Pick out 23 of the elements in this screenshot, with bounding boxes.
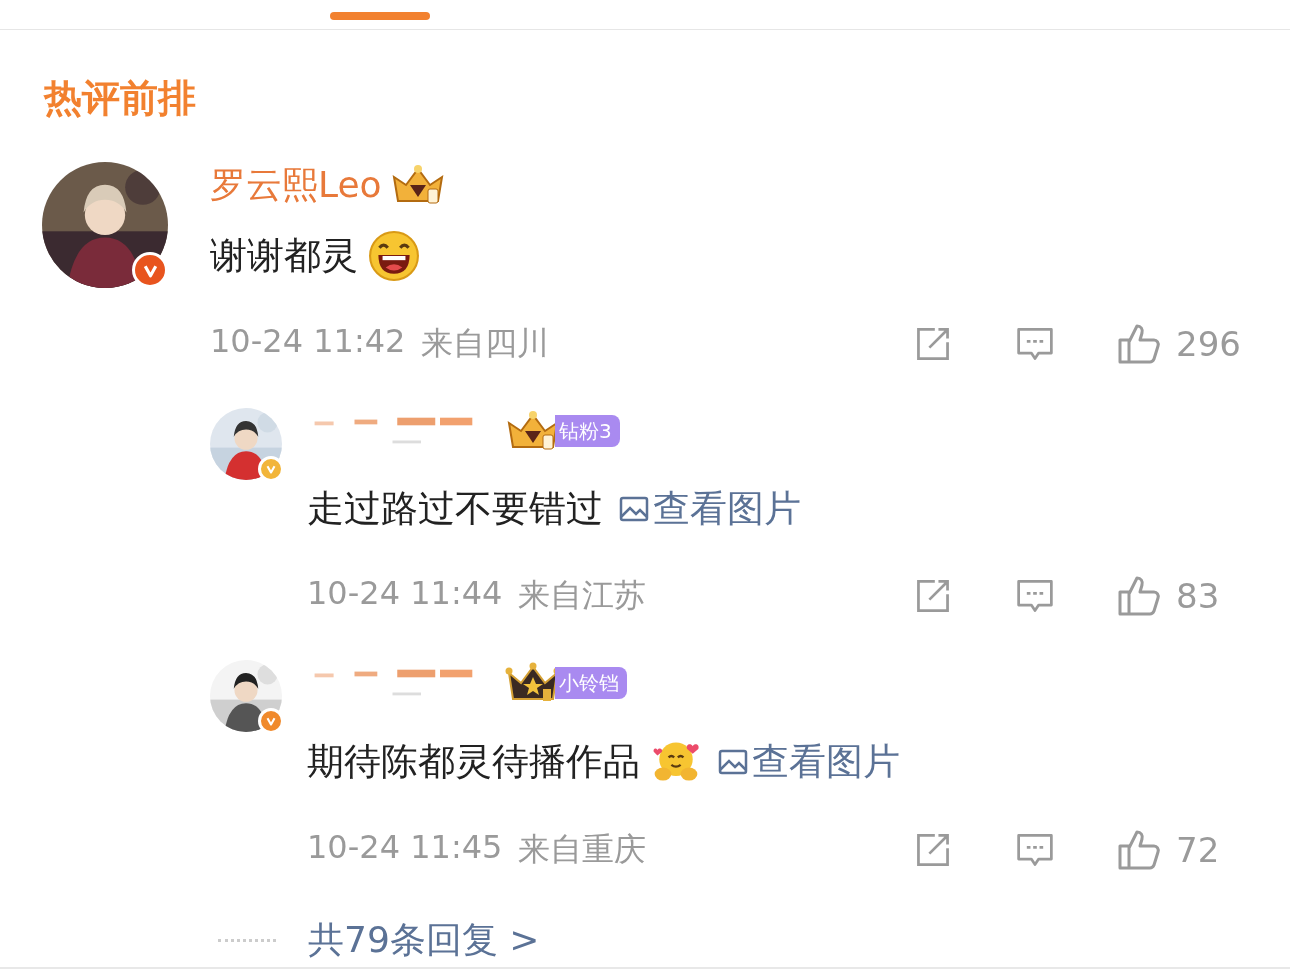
comment-location: 来自重庆 <box>518 829 647 870</box>
comment-location: 来自江苏 <box>518 575 647 616</box>
comment-text: 期待陈都灵待播作品 <box>307 739 640 785</box>
view-image-link[interactable]: 查看图片 <box>752 737 900 787</box>
laughing-face-icon <box>368 230 420 282</box>
comment-text: 谢谢都灵 <box>210 233 358 279</box>
section-title: 热评前排 <box>44 76 197 120</box>
fan-badge: 钻粉3 <box>555 415 620 447</box>
comment-time: 10-24 11:45 <box>307 828 503 868</box>
fan-badge: 小铃铛 <box>555 667 627 699</box>
comment-location: 来自四川 <box>421 323 550 364</box>
author-name[interactable]: 罗云熙Leo <box>210 160 382 210</box>
view-image-link[interactable]: 查看图片 <box>653 484 801 534</box>
like-count: 296 <box>1176 324 1241 364</box>
like-count: 72 <box>1176 830 1220 870</box>
image-icon[interactable] <box>619 495 649 523</box>
image-icon[interactable] <box>718 748 748 776</box>
comment-text: 走过路过不要错过 <box>307 486 603 532</box>
more-replies-link[interactable]: 共79条回复 > <box>308 916 540 965</box>
comment-time: 10-24 11:44 <box>307 574 503 614</box>
comment-time: 10-24 11:42 <box>210 322 406 362</box>
like-count: 83 <box>1176 576 1220 616</box>
dotted-leader <box>218 939 276 942</box>
